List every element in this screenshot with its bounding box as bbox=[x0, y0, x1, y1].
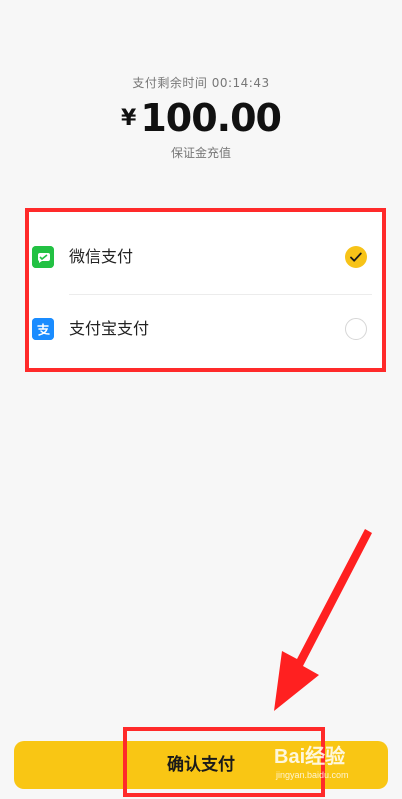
wechat-pay-icon bbox=[32, 246, 54, 268]
currency-symbol: ¥ bbox=[121, 106, 137, 131]
payment-method-label: 微信支付 bbox=[69, 247, 134, 266]
payment-amount: ¥100.00 bbox=[0, 96, 402, 140]
payment-method-alipay[interactable]: 支付宝支付 bbox=[29, 294, 382, 366]
alipay-icon bbox=[32, 318, 54, 340]
confirm-payment-button[interactable]: 确认支付 bbox=[14, 741, 388, 789]
payment-method-list: 微信支付 支付宝支付 bbox=[25, 208, 386, 372]
confirm-payment-label: 确认支付 bbox=[167, 755, 235, 775]
radio-unchecked-icon[interactable] bbox=[345, 318, 367, 340]
amount-value: 100.00 bbox=[140, 96, 282, 140]
payment-countdown: 支付剩余时间 00:14:43 bbox=[132, 76, 270, 90]
payment-method-label: 支付宝支付 bbox=[69, 319, 150, 338]
payment-purpose: 保证金充值 bbox=[170, 146, 231, 160]
payment-method-wechat[interactable]: 微信支付 bbox=[29, 222, 382, 294]
radio-checked-icon[interactable] bbox=[345, 246, 367, 268]
